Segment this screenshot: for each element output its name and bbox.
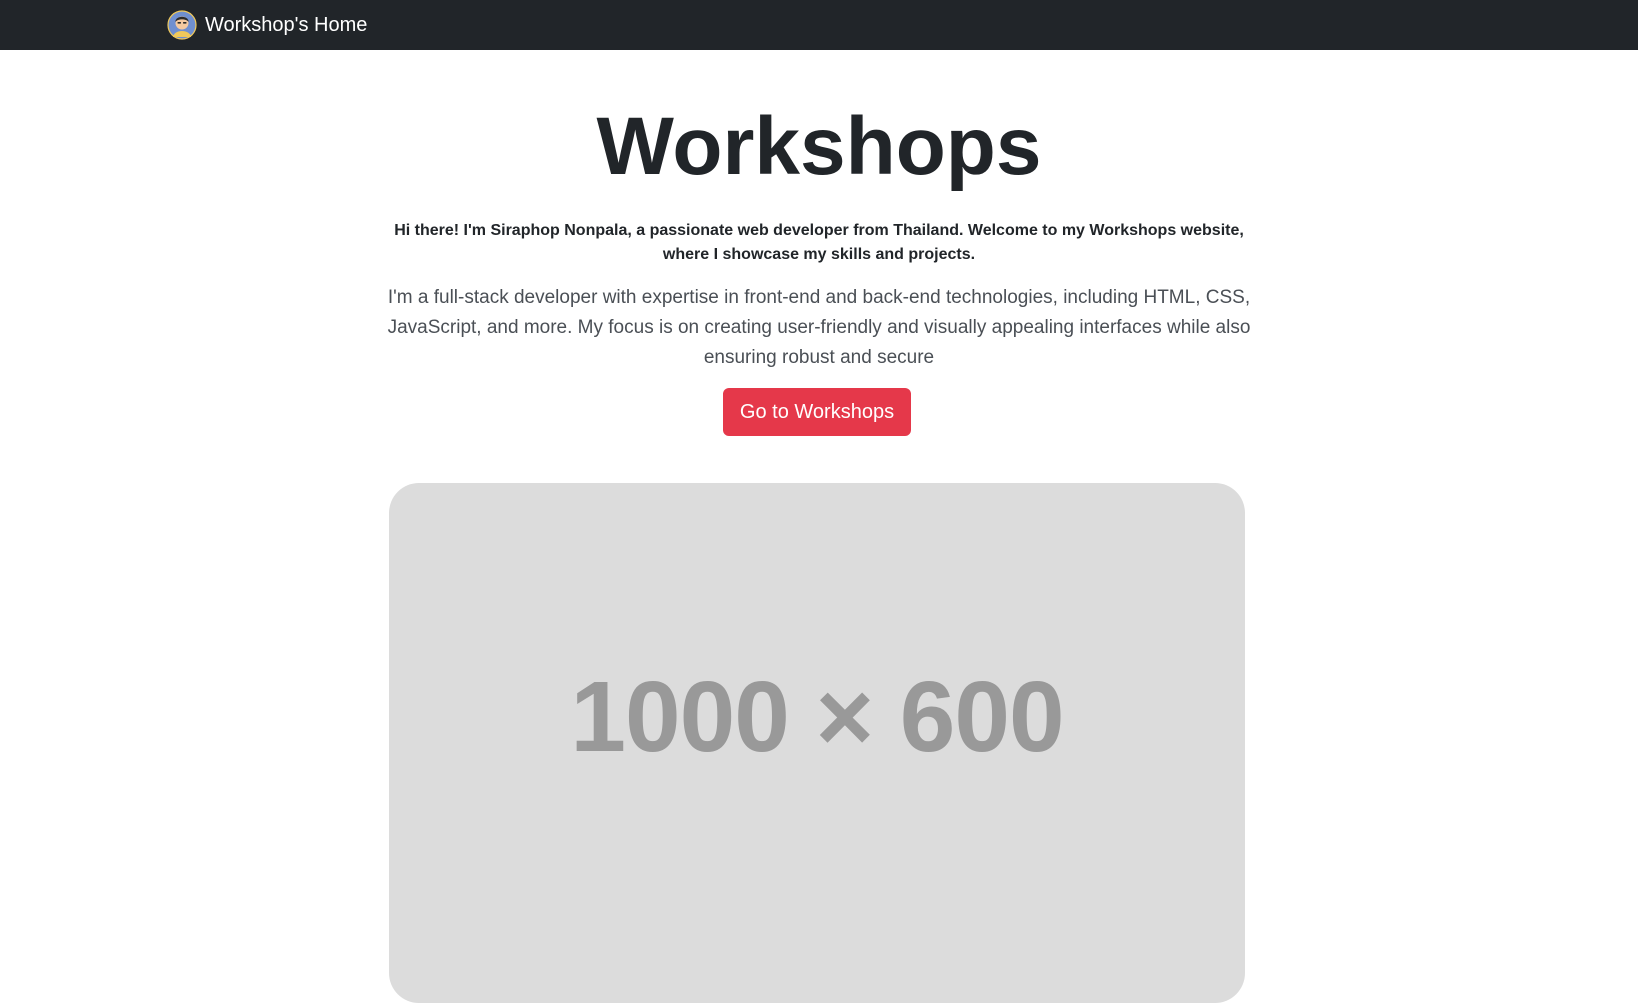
intro-text: Hi there! I'm Siraphop Nonpala, a passio…	[394, 222, 1244, 263]
navbar: Workshop's Home	[0, 0, 1638, 50]
placeholder-image-label: 1000 × 600	[570, 661, 1064, 773]
page-title: Workshops	[596, 101, 1042, 192]
avatar-icon	[167, 10, 197, 40]
description-text: I'm a full-stack developer with expertis…	[387, 287, 1251, 368]
placeholder-image: 1000 × 600	[389, 483, 1245, 1003]
brand-title: Workshop's Home	[205, 14, 368, 36]
hero-section: Workshops Hi there! I'm Siraphop Nonpala…	[0, 50, 1638, 1003]
go-to-workshops-button[interactable]: Go to Workshops	[723, 388, 911, 436]
navbar-brand-link[interactable]: Workshop's Home	[167, 7, 367, 43]
